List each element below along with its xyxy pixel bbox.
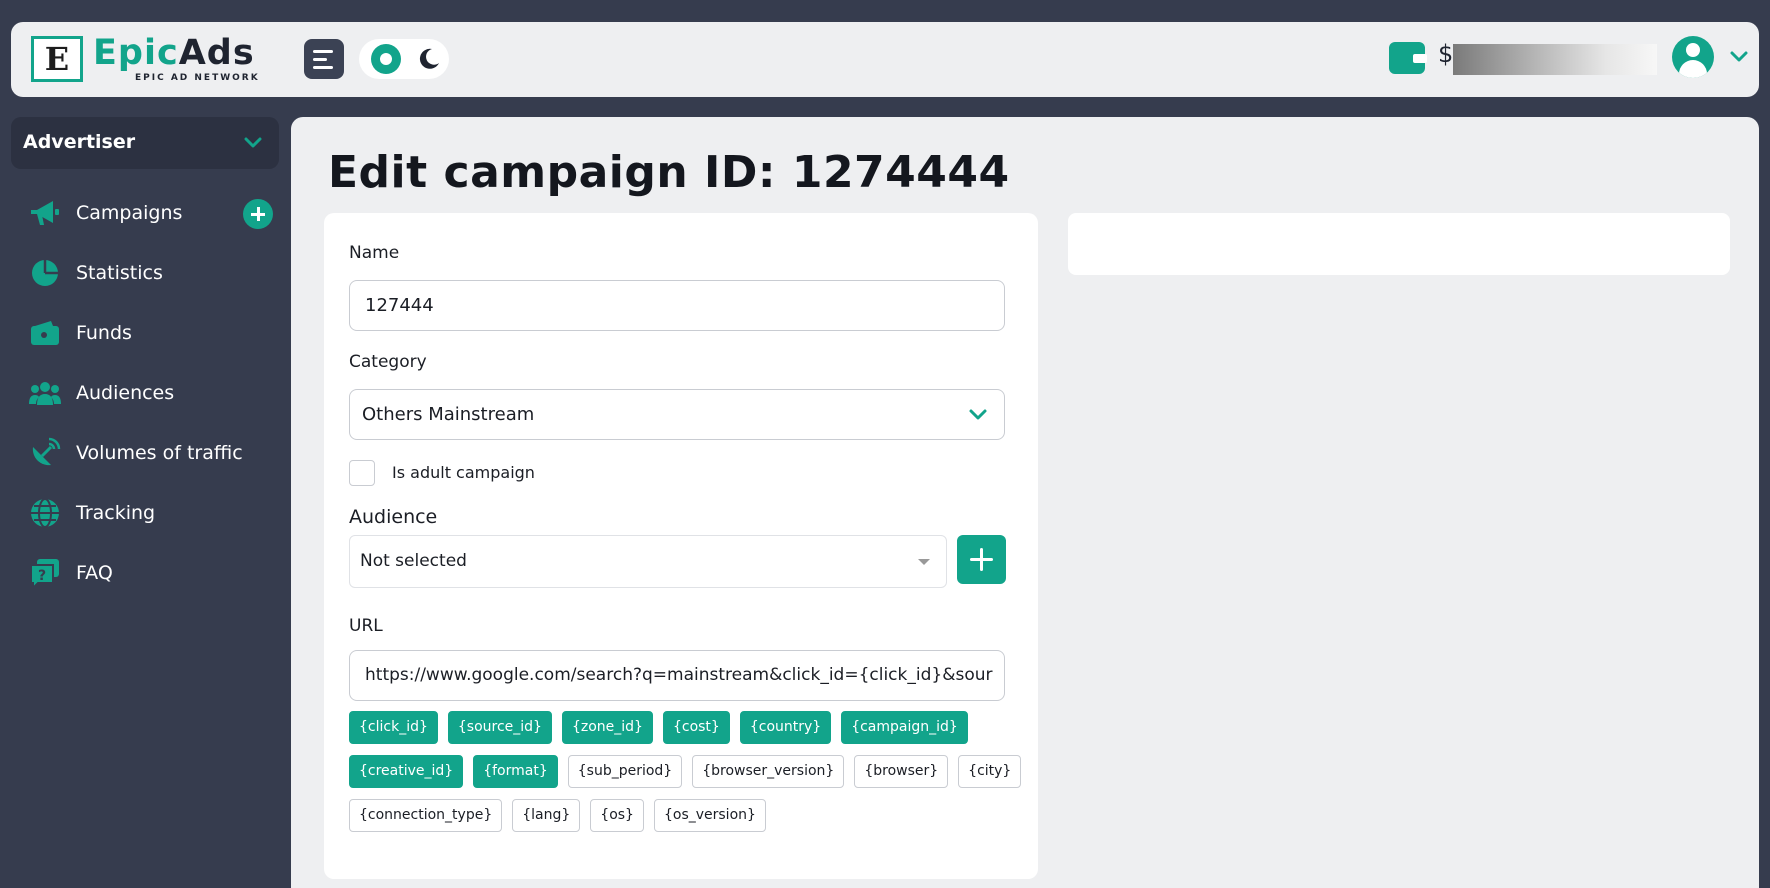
chevron-down-icon [969,409,987,420]
category-value: Others Mainstream [362,404,535,425]
page-title: Edit campaign ID: 1274444 [328,147,1010,198]
macro-tag[interactable]: {sub_period} [567,755,683,788]
chevron-down-icon[interactable] [1729,50,1749,64]
wallet-icon[interactable] [1389,42,1427,74]
sidebar-item-label: Campaigns [76,202,183,224]
sidebar-item-label: FAQ [76,562,113,584]
sidebar-item-audiences[interactable]: Audiences [28,373,278,413]
top-header: E EpicAds EPIC AD NETWORK $ [11,22,1759,97]
chevron-down-icon [244,137,262,148]
sidebar-item-label: Statistics [76,262,163,284]
adult-campaign-label: Is adult campaign [392,463,535,482]
side-panel [1068,213,1730,275]
audience-select[interactable]: Not selected [349,535,947,588]
macro-tag[interactable]: {browser_version} [692,755,845,788]
adult-campaign-checkbox[interactable] [349,460,375,486]
macro-tag[interactable]: {os_version} [653,799,766,832]
megaphone-icon [28,196,62,230]
audience-label: Audience [349,506,438,528]
sidebar-item-label: Tracking [76,502,156,524]
name-input[interactable]: 127444 [349,280,1005,331]
menu-line-icon [313,49,333,53]
satellite-dish-icon [28,436,62,470]
macro-tag[interactable]: {lang} [512,799,581,832]
faq-icon: ? [28,556,62,590]
role-label: Advertiser [23,131,136,153]
avatar[interactable] [1672,36,1714,78]
globe-icon [28,496,62,530]
wallet-icon [28,316,62,350]
svg-text:?: ? [38,568,46,584]
macro-tag[interactable]: {format} [473,755,558,788]
logo-letter: E [44,40,70,78]
url-macro-tags: {click_id} {source_id} {zone_id} {cost} … [349,711,1022,843]
brand-name[interactable]: EpicAds [93,34,255,72]
sidebar-item-volumes-of-traffic[interactable]: Volumes of traffic [28,433,278,473]
macro-tag[interactable]: {campaign_id} [841,711,968,744]
role-selector[interactable]: Advertiser [11,117,279,169]
tag-row: {connection_type} {lang} {os} {os_versio… [349,799,1009,832]
balance-currency: $ [1438,40,1454,68]
url-input[interactable]: https://www.google.com/search?q=mainstre… [349,650,1005,701]
pie-chart-icon [28,256,62,290]
brand-subtitle: EPIC AD NETWORK [135,73,260,83]
macro-tag[interactable]: {os} [590,799,644,832]
moon-icon[interactable] [416,46,442,72]
add-audience-button[interactable] [957,535,1006,584]
sun-icon[interactable] [371,44,401,74]
campaign-form-card: Name 127444 Category Others Mainstream I… [324,213,1038,879]
logo-mark[interactable]: E [31,36,83,82]
menu-line-icon [313,65,333,69]
tag-row: {click_id} {source_id} {zone_id} {cost} … [349,711,1009,744]
category-select[interactable]: Others Mainstream [349,389,1005,440]
sidebar-item-funds[interactable]: Funds [28,313,278,353]
balance-amount-redacted [1453,44,1657,75]
url-label: URL [349,616,383,636]
sidebar-item-label: Audiences [76,382,175,404]
name-label: Name [349,243,400,263]
macro-tag[interactable]: {click_id} [349,711,438,744]
macro-tag[interactable]: {city} [958,755,1022,788]
macro-tag[interactable]: {connection_type} [349,799,503,832]
add-campaign-button[interactable] [243,199,273,229]
menu-toggle-button[interactable] [304,39,344,79]
sidebar-item-statistics[interactable]: Statistics [28,253,278,293]
audience-value: Not selected [360,551,467,571]
menu-line-icon [313,57,327,61]
users-icon [28,376,62,410]
sidebar-item-label: Volumes of traffic [76,442,243,464]
tag-row: {creative_id} {format} {sub_period} {bro… [349,755,1022,788]
brand-part-epic: Epic [93,33,179,73]
sidebar-item-tracking[interactable]: Tracking [28,493,278,533]
macro-tag[interactable]: {country} [739,711,832,744]
macro-tag[interactable]: {cost} [662,711,730,744]
sidebar-item-label: Funds [76,322,132,344]
theme-toggle[interactable] [359,39,449,79]
sidebar-item-faq[interactable]: ? FAQ [28,553,278,593]
macro-tag[interactable]: {creative_id} [349,755,464,788]
brand-part-ads: Ads [178,33,255,73]
user-icon [1686,43,1700,57]
caret-down-icon [918,559,930,565]
user-icon-body [1679,60,1707,78]
macro-tag[interactable]: {zone_id} [561,711,653,744]
category-label: Category [349,352,427,372]
main-content: Edit campaign ID: 1274444 Name 127444 Ca… [291,117,1759,888]
macro-tag[interactable]: {browser} [854,755,949,788]
sidebar-item-campaigns[interactable]: Campaigns [28,193,278,233]
macro-tag[interactable]: {source_id} [447,711,552,744]
